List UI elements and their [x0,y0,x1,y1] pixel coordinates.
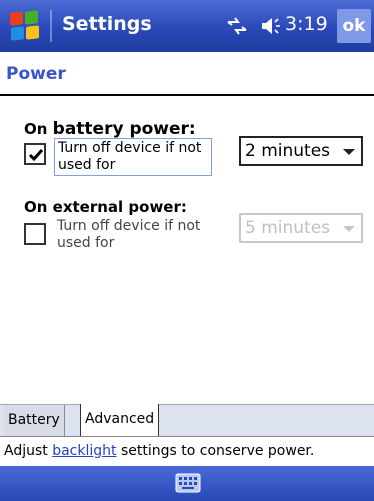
speaker-icon[interactable] [258,15,282,37]
battery-timeout-value: 2 minutes [245,141,331,161]
checkmark-icon [28,149,44,162]
chevron-down-icon [343,226,355,232]
keyboard-icon[interactable] [175,472,201,494]
external-checkbox[interactable] [24,223,46,245]
tab-battery[interactable]: Battery [4,405,65,437]
app-title: Settings [62,13,152,35]
start-button[interactable] [6,8,46,44]
backlight-link[interactable]: backlight [52,443,116,459]
chevron-down-icon [343,149,355,155]
page-header: Power [0,52,374,96]
status-suffix: settings to conserve power. [116,443,315,459]
page-title: Power [6,64,66,84]
title-bar: Settings 3:19 ok [0,0,374,52]
battery-section-heading: On battery power: [24,119,196,139]
external-timeout-select[interactable]: 5 minutes [239,213,363,243]
tab-bar: Battery Advanced [0,404,374,437]
battery-heading-main: battery power: [52,119,196,139]
clock[interactable]: 3:19 [285,13,328,35]
ok-button[interactable]: ok [337,9,371,43]
battery-timeout-select[interactable]: 2 minutes [239,136,363,166]
title-separator [50,10,52,42]
battery-checkbox[interactable] [24,143,46,165]
battery-heading-prefix: On [24,120,53,138]
tab-advanced[interactable]: Advanced [80,404,160,437]
status-line: Adjust backlight settings to conserve po… [0,436,374,466]
external-section-heading: On external power: [24,198,187,216]
battery-description: Turn off device if not used for [54,138,212,176]
external-description: Turn off device if not used for [57,218,201,251]
external-timeout-value: 5 minutes [245,218,331,238]
bottom-bar [0,466,374,501]
connectivity-icon[interactable] [226,16,248,36]
status-prefix: Adjust [4,443,53,459]
